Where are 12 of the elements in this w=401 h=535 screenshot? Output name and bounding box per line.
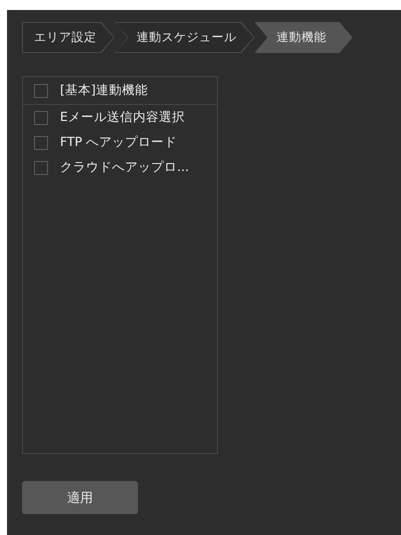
option-label: クラウドへアップロ...: [60, 159, 189, 176]
checkbox[interactable]: [34, 160, 48, 174]
option-label: Eメール送信内容選択: [60, 109, 185, 126]
breadcrumb-step[interactable]: エリア設定: [22, 22, 114, 53]
option-label: FTP へアップロード: [60, 134, 178, 151]
checkbox[interactable]: [34, 136, 48, 150]
breadcrumb-step[interactable]: 連動機能: [254, 22, 352, 53]
checkbox[interactable]: [34, 84, 48, 98]
breadcrumb-step[interactable]: 連動スケジュール: [114, 22, 254, 53]
apply-button[interactable]: 適用: [22, 481, 138, 514]
checkbox[interactable]: [34, 110, 48, 124]
option-label: [基本]連動機能: [60, 82, 148, 99]
